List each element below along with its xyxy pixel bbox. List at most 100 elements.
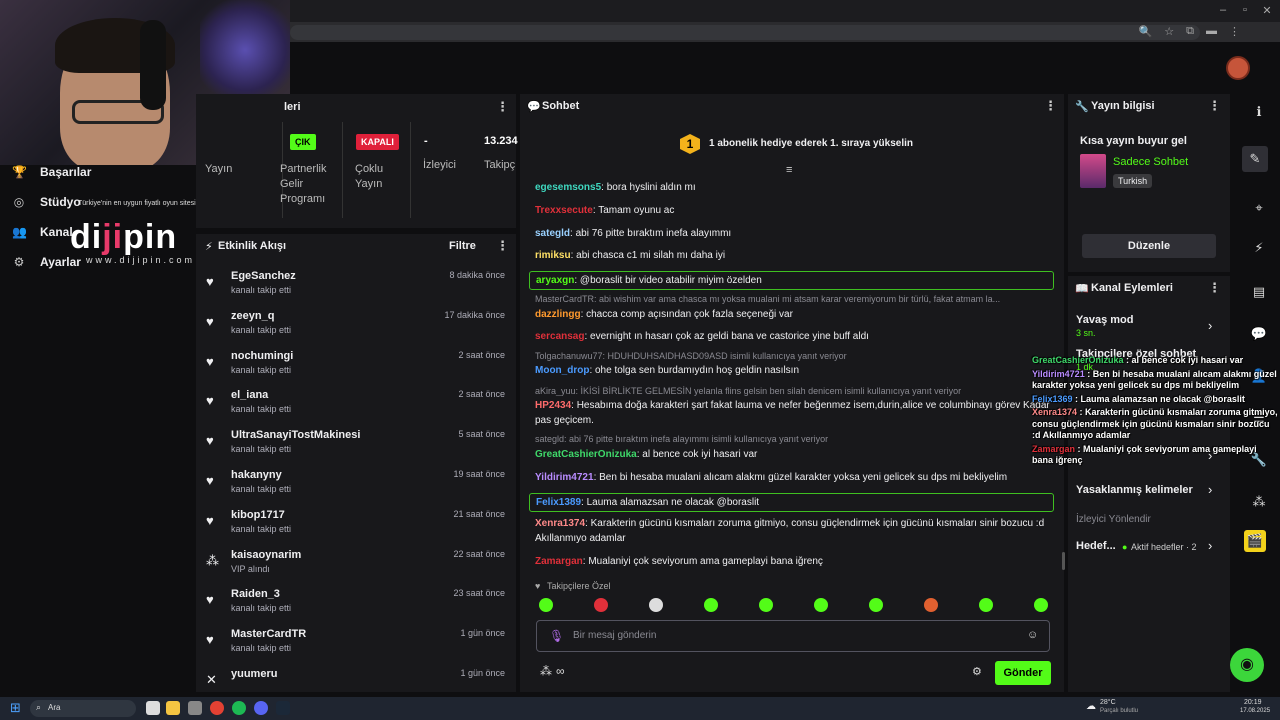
chat-message[interactable]: GreatCashierOnizuka: al bence cok iyi ha… [535, 447, 1055, 462]
kick-icon[interactable]: ⁂ [540, 664, 552, 678]
more-icon[interactable]: ⋮ [1044, 98, 1057, 114]
category-name[interactable]: Sadece Sohbet [1113, 156, 1188, 168]
chat-username[interactable]: sategld [535, 228, 570, 239]
chrome-icon[interactable] [210, 701, 224, 715]
banned-words-action[interactable]: Yasaklanmış kelimeler › [1076, 482, 1222, 504]
activity-item[interactable]: ♥ Raiden_3 kanalı takip etti 23 saat önc… [196, 584, 516, 624]
clock-date[interactable]: 17.08.2025 [1240, 708, 1270, 714]
send-button[interactable]: Gönder [995, 661, 1051, 685]
close-window-button[interactable]: ✕ [1260, 4, 1274, 17]
emote-icon[interactable] [539, 598, 553, 612]
chat-username[interactable]: rimiksu [535, 250, 571, 261]
chat-message[interactable]: Zamargan: Mualaniyi çok seviyorum ama ga… [535, 554, 1055, 569]
activity-username[interactable]: el_iana [231, 389, 268, 401]
activity-username[interactable]: UltraSanayiTostMakinesi [231, 429, 360, 441]
emote-icon[interactable] [869, 598, 883, 612]
task-view-icon[interactable] [146, 701, 160, 715]
activity-username[interactable]: kaisaoynarim [231, 549, 301, 561]
clock-time[interactable]: 20:19 [1244, 699, 1262, 706]
raid-target-action[interactable]: Hedef... ● Aktif hedefler · 2 › [1076, 538, 1222, 560]
chat-username[interactable]: sercansag [535, 331, 584, 342]
activity-item[interactable]: ⁂ kaisaoynarim VIP alındı 22 saat önce [196, 545, 516, 585]
activity-username[interactable]: hakanyny [231, 469, 282, 481]
more-icon[interactable]: ⋮ [1208, 280, 1221, 296]
chat-message[interactable]: aryaxgn: @boraslit bir video atabilir mi… [529, 271, 1054, 290]
document-icon[interactable]: ▤ [1250, 284, 1268, 300]
chat-username[interactable]: Trexxsecute [535, 205, 593, 216]
chat-username[interactable]: Zamargan [535, 556, 583, 567]
address-bar[interactable] [290, 25, 1200, 40]
activity-username[interactable]: MasterCardTR [231, 628, 306, 640]
maximize-button[interactable]: ▫ [1238, 4, 1252, 16]
activity-item[interactable]: ♥ UltraSanayiTostMakinesi kanalı takip e… [196, 425, 516, 465]
chat-message[interactable]: Yildirim4721: Ben bi hesaba mualani alıc… [535, 470, 1055, 485]
support-chat-button[interactable]: ◉ [1230, 648, 1264, 682]
emote-icon[interactable] [814, 598, 828, 612]
chat-message[interactable]: Trexxsecute: Tamam oyunu ac [535, 203, 1055, 218]
discord-icon[interactable] [254, 701, 268, 715]
activity-item[interactable]: ♥ zeeyn_q kanalı takip etti 17 dakika ön… [196, 306, 516, 346]
chat-message[interactable]: sategld: abi 76 pitte bıraktım inefa ala… [535, 226, 1055, 241]
profile-avatar[interactable] [1226, 56, 1250, 80]
emote-icon[interactable] [594, 598, 608, 612]
chat-username[interactable]: Xenra1374 [535, 518, 585, 529]
extensions-icon[interactable]: ⧉ [1186, 25, 1194, 38]
minimize-button[interactable]: – [1216, 4, 1230, 16]
edit-button[interactable]: Düzenle [1082, 234, 1216, 258]
activity-item[interactable]: ♥ EgeSanchez kanalı takip etti 8 dakika … [196, 266, 516, 306]
app-icon[interactable] [188, 701, 202, 715]
more-icon[interactable]: ⋮ [496, 238, 509, 254]
activity-username[interactable]: EgeSanchez [231, 270, 296, 282]
chat-message[interactable]: dazzlingg: chacca comp açısından çok faz… [535, 307, 1055, 322]
activity-username[interactable]: yuumeru [231, 668, 277, 680]
target-icon[interactable]: ⌖ [1250, 200, 1268, 216]
bookmark-icon[interactable]: ☆ [1164, 25, 1174, 38]
flash-icon[interactable]: ⚡ [1250, 240, 1268, 256]
sidebar-item-channel[interactable]: 👥 Kanal [12, 225, 73, 239]
chat-username[interactable]: Moon_drop [535, 365, 589, 376]
activity-item[interactable]: ♥ MasterCardTR kanalı takip etti 1 gün ö… [196, 624, 516, 664]
activity-item[interactable]: ♥ kibop1717 kanalı takip etti 21 saat ön… [196, 505, 516, 545]
microphone-icon[interactable]: 🎙 [549, 629, 564, 643]
chat-username[interactable]: egesemsons5 [535, 182, 601, 193]
info-icon[interactable]: ℹ [1250, 104, 1268, 120]
emote-icon[interactable] [759, 598, 773, 612]
emote-icon[interactable] [979, 598, 993, 612]
kick-logo-icon[interactable]: ⁂ [1250, 494, 1268, 510]
chat-username[interactable]: Felix1389 [536, 497, 581, 508]
chat-message[interactable]: Xenra1374: Karakterin gücünü kısmaları z… [535, 516, 1055, 546]
activity-item[interactable]: ♥ el_iana kanalı takip etti 2 saat önce [196, 385, 516, 425]
chat-username[interactable]: dazzlingg [535, 309, 581, 320]
chat-message[interactable]: sercansag: evernight ın hasarı çok az ge… [535, 329, 1055, 344]
chat-message[interactable]: egesemsons5: bora hyslini aldın mı [535, 180, 1055, 195]
clapper-icon[interactable]: 🎬 [1244, 530, 1266, 552]
browser-menu-icon[interactable]: ⋮ [1229, 25, 1240, 38]
emote-icon[interactable] [649, 598, 663, 612]
sidebar-item-achievements[interactable]: 🏆 Başarılar [12, 165, 91, 179]
steam-icon[interactable] [276, 701, 290, 715]
activity-item[interactable]: ♥ nochumingi kanalı takip etti 2 saat ön… [196, 346, 516, 386]
chat-username[interactable]: HP2434 [535, 400, 571, 411]
slow-mode-action[interactable]: Yavaş mod 3 sn. › [1076, 314, 1222, 344]
chat-bubble-icon[interactable]: 💬 [1250, 326, 1268, 342]
file-explorer-icon[interactable] [166, 701, 180, 715]
filter-button[interactable]: Filtre [449, 240, 476, 252]
sidebar-item-studio[interactable]: ◎ Stüdyo [12, 195, 81, 209]
activity-username[interactable]: kibop1717 [231, 509, 285, 521]
activity-username[interactable]: nochumingi [231, 350, 293, 362]
infinity-icon[interactable]: ∞ [556, 664, 565, 678]
chat-message[interactable]: Felix1389: Lauma alamazsan ne olacak @bo… [529, 493, 1054, 512]
edit-icon[interactable]: ✎ [1242, 146, 1268, 172]
chat-message[interactable]: rimiksu: abi chasca c1 mi silah mı daha … [535, 248, 1055, 263]
emote-icon[interactable] [1034, 598, 1048, 612]
chat-username[interactable]: GreatCashierOnizuka [535, 449, 637, 460]
chat-input[interactable]: 🎙 Bir mesaj gönderin ☺ [536, 620, 1050, 652]
taskbar-search[interactable]: ⌕ Ara [30, 700, 136, 717]
activity-username[interactable]: zeeyn_q [231, 310, 274, 322]
windows-start-icon[interactable]: ⊞ [10, 700, 21, 716]
emoji-picker-icon[interactable]: ☺ [1027, 629, 1038, 641]
activity-item[interactable]: ✕ yuumeru 1 gün önce [196, 664, 516, 690]
extension-active-icon[interactable]: ▬ [1206, 25, 1217, 38]
chat-message[interactable]: Moon_drop: ohe tolga sen burdamıydın hoş… [535, 363, 1055, 378]
emote-icon[interactable] [704, 598, 718, 612]
